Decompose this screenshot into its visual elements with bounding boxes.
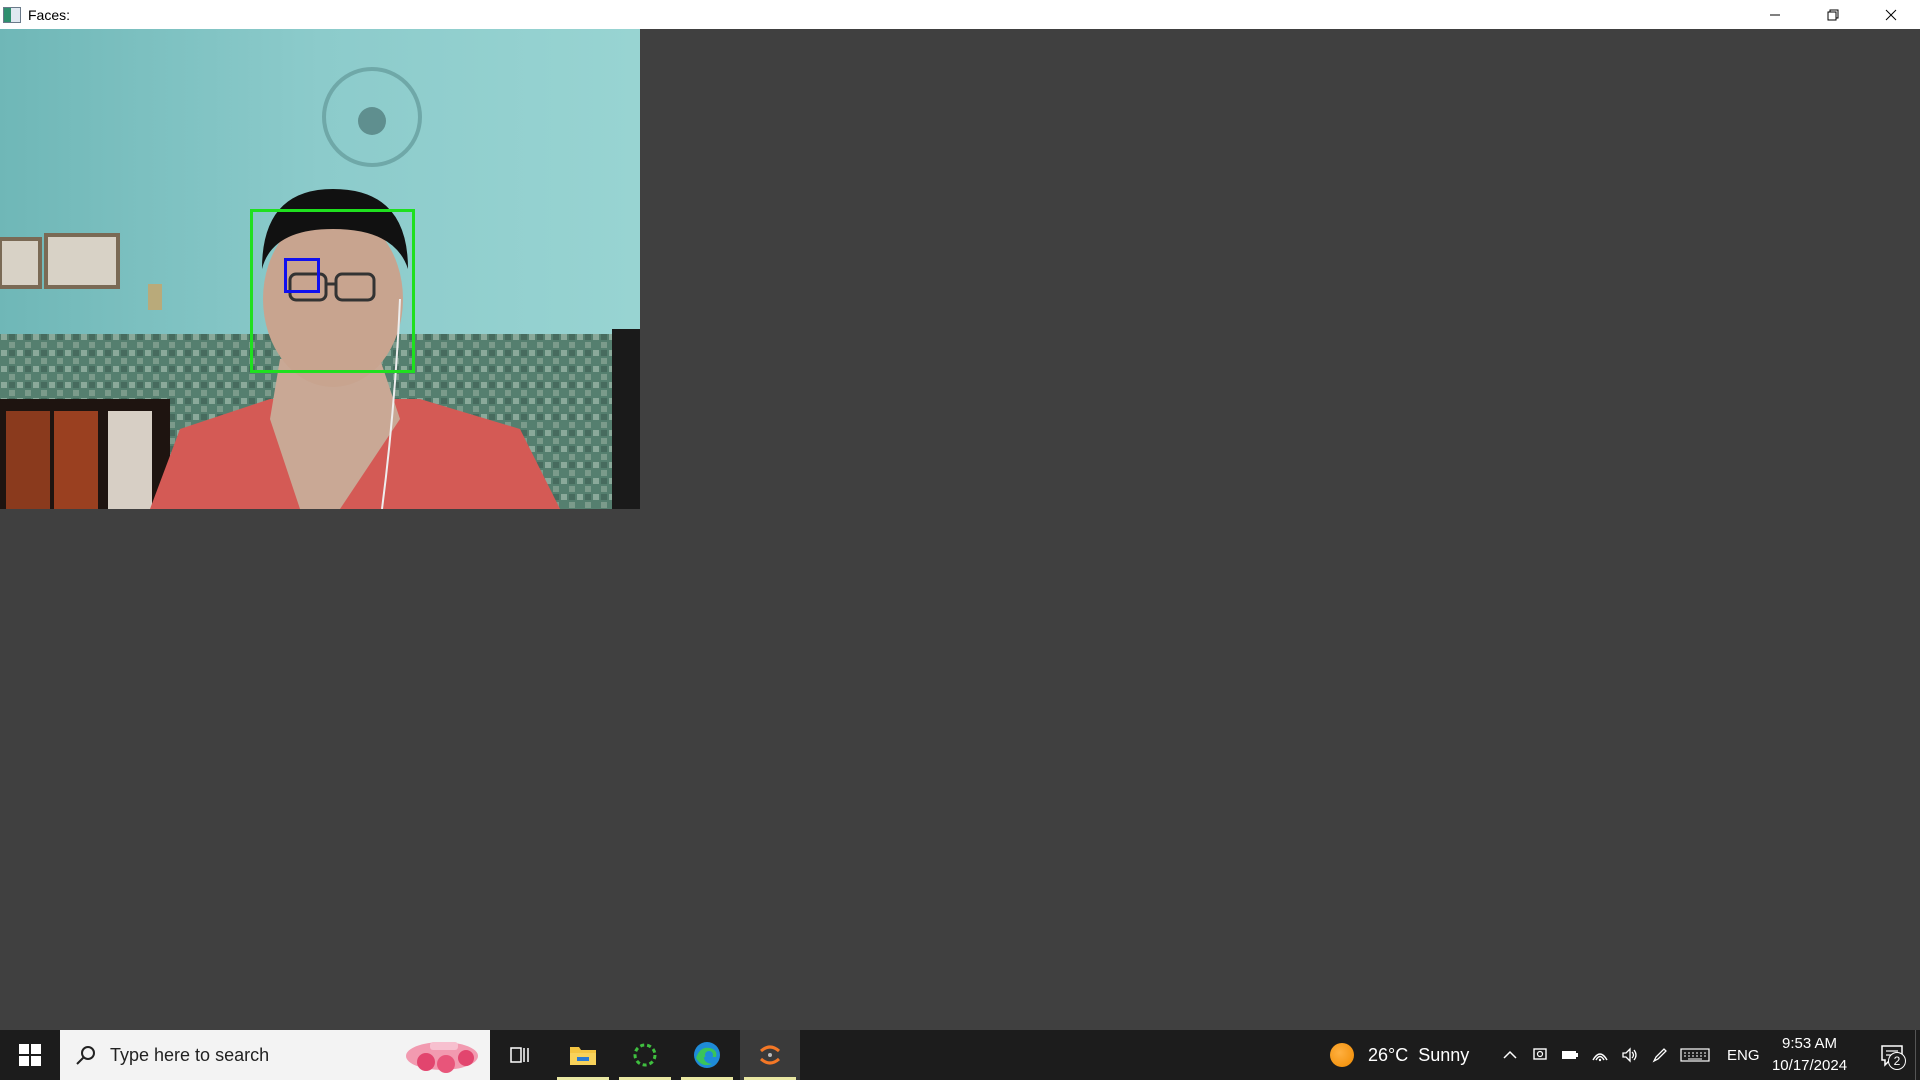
input-language[interactable]: ENG [1727, 1047, 1760, 1064]
touch-keyboard-button[interactable] [1675, 1030, 1715, 1080]
task-view-button[interactable] [490, 1030, 550, 1080]
taskbar: Type here to search 26°C Sunny ENG 9:53 … [0, 1030, 1920, 1080]
network-button[interactable] [1585, 1030, 1615, 1080]
window-controls [1746, 0, 1920, 29]
notification-count-badge: 2 [1888, 1052, 1906, 1070]
minimize-button[interactable] [1746, 0, 1804, 29]
start-button[interactable] [0, 1030, 60, 1080]
close-icon [1885, 9, 1897, 20]
weather-temp: 26°C [1368, 1044, 1409, 1065]
camera-tray-button[interactable] [1525, 1030, 1555, 1080]
system-tray: ENG 9:53 AM 10/17/2024 [1495, 1030, 1850, 1080]
pen-workspace-button[interactable] [1645, 1030, 1675, 1080]
wifi-icon [1592, 1053, 1608, 1062]
speaker-icon [1622, 1047, 1637, 1063]
edge-browser-button[interactable] [677, 1030, 737, 1080]
battery-button[interactable] [1555, 1030, 1585, 1080]
camera-feed [0, 29, 640, 509]
face-detection-box [250, 209, 415, 373]
restore-button[interactable] [1804, 0, 1862, 29]
python-app-button[interactable] [740, 1030, 800, 1080]
battery-icon [1562, 1051, 1578, 1059]
taskbar-search-box[interactable]: Type here to search [60, 1030, 490, 1080]
show-hidden-icons-button[interactable] [1495, 1030, 1525, 1080]
file-explorer-icon [570, 1047, 596, 1065]
taskbar-clock[interactable]: 9:53 AM 10/17/2024 [1770, 1033, 1850, 1077]
notification-center-button[interactable]: 2 [1872, 1030, 1912, 1080]
window-titlebar[interactable]: Faces: [0, 0, 1920, 29]
close-button[interactable] [1862, 0, 1920, 29]
restore-icon [1827, 9, 1839, 20]
search-highlight-decoration [406, 1042, 478, 1073]
window-title: Faces: [28, 6, 71, 23]
minimize-icon [1770, 14, 1780, 15]
sun-icon [1330, 1043, 1354, 1067]
windows-logo-icon [19, 1044, 41, 1066]
eye-detection-box [284, 258, 320, 293]
volume-button[interactable] [1615, 1030, 1645, 1080]
show-desktop-button[interactable] [1915, 1030, 1920, 1080]
loading-app-icon [633, 1043, 657, 1067]
app-window-icon [3, 6, 21, 23]
file-explorer-button[interactable] [553, 1030, 613, 1080]
task-view-icon [510, 1047, 529, 1063]
search-placeholder: Type here to search [110, 1044, 270, 1065]
loading-app-button[interactable] [615, 1030, 675, 1080]
weather-condition: Sunny [1418, 1044, 1470, 1065]
python-app-icon [760, 1045, 780, 1065]
clock-time: 9:53 AM [1781, 1035, 1838, 1052]
pen-icon [1652, 1048, 1667, 1063]
clock-date: 10/17/2024 [1771, 1057, 1848, 1074]
search-icon [76, 1046, 95, 1065]
chevron-up-icon [1503, 1050, 1517, 1059]
weather-widget[interactable]: 26°C Sunny [1330, 1030, 1469, 1080]
camera-icon [1533, 1048, 1547, 1060]
keyboard-icon [1680, 1048, 1710, 1062]
edge-browser-icon [694, 1042, 720, 1068]
